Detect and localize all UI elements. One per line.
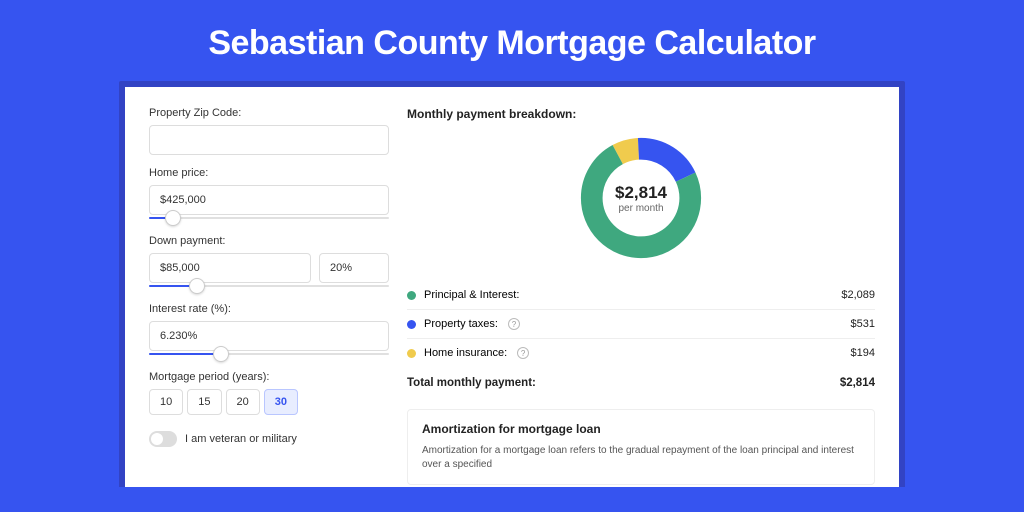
rate-label: Interest rate (%):	[149, 303, 389, 315]
slider-fill	[149, 353, 221, 355]
rate-slider[interactable]	[149, 349, 389, 359]
line-value: $194	[851, 347, 875, 359]
slider-thumb[interactable]	[213, 346, 229, 362]
down-slider[interactable]	[149, 281, 389, 291]
period-field-group: Mortgage period (years): 10152030	[149, 371, 389, 415]
donut-center: $2,814 per month	[576, 133, 706, 263]
info-icon[interactable]: ?	[517, 347, 529, 359]
total-row: Total monthly payment: $2,814	[407, 367, 875, 403]
down-label: Down payment:	[149, 235, 389, 247]
legend-dot-icon	[407, 291, 416, 300]
down-amount-input[interactable]	[149, 253, 311, 283]
veteran-toggle[interactable]	[149, 431, 177, 447]
line-item-taxes: Property taxes:? $531	[407, 310, 875, 339]
line-item-insurance: Home insurance:? $194	[407, 339, 875, 367]
down-field-group: Down payment:	[149, 235, 389, 291]
price-input[interactable]	[149, 185, 389, 215]
rate-field-group: Interest rate (%):	[149, 303, 389, 359]
veteran-row: I am veteran or military	[149, 431, 389, 447]
zip-field-group: Property Zip Code:	[149, 107, 389, 155]
info-icon[interactable]: ?	[508, 318, 520, 330]
total-label: Total monthly payment:	[407, 377, 536, 389]
amortization-title: Amortization for mortgage loan	[422, 422, 860, 436]
inputs-panel: Property Zip Code: Home price: Down paym…	[149, 107, 389, 487]
line-value: $2,089	[841, 289, 875, 301]
rate-input[interactable]	[149, 321, 389, 351]
period-button-10[interactable]: 10	[149, 389, 183, 415]
line-items: Principal & Interest: $2,089 Property taxe…	[407, 281, 875, 367]
period-button-30[interactable]: 30	[264, 389, 298, 415]
toggle-knob	[151, 433, 163, 445]
period-button-20[interactable]: 20	[226, 389, 260, 415]
period-label: Mortgage period (years):	[149, 371, 389, 383]
app-frame: Property Zip Code: Home price: Down paym…	[119, 81, 905, 487]
zip-label: Property Zip Code:	[149, 107, 389, 119]
line-label: Home insurance:	[424, 347, 507, 359]
donut-chart: $2,814 per month	[576, 133, 706, 263]
slider-thumb[interactable]	[189, 278, 205, 294]
period-button-15[interactable]: 15	[187, 389, 221, 415]
breakdown-title: Monthly payment breakdown:	[407, 107, 875, 121]
line-label: Property taxes:	[424, 318, 498, 330]
amortization-text: Amortization for a mortgage loan refers …	[422, 444, 860, 472]
price-field-group: Home price:	[149, 167, 389, 223]
breakdown-panel: Monthly payment breakdown: $2,814 per mo…	[407, 107, 875, 487]
donut-amount: $2,814	[615, 183, 667, 203]
legend-dot-icon	[407, 349, 416, 358]
donut-chart-wrap: $2,814 per month	[407, 133, 875, 263]
line-value: $531	[851, 318, 875, 330]
line-label: Principal & Interest:	[424, 289, 519, 301]
line-left: Principal & Interest:	[407, 289, 519, 301]
period-options: 10152030	[149, 389, 389, 415]
zip-input[interactable]	[149, 125, 389, 155]
price-label: Home price:	[149, 167, 389, 179]
line-item-principal: Principal & Interest: $2,089	[407, 281, 875, 310]
legend-dot-icon	[407, 320, 416, 329]
price-slider[interactable]	[149, 213, 389, 223]
donut-per-month: per month	[618, 203, 663, 214]
down-percent-input[interactable]	[319, 253, 389, 283]
amortization-card: Amortization for mortgage loan Amortizat…	[407, 409, 875, 485]
line-left: Property taxes:?	[407, 318, 520, 330]
total-value: $2,814	[840, 377, 875, 389]
veteran-label: I am veteran or military	[185, 433, 297, 445]
line-left: Home insurance:?	[407, 347, 529, 359]
slider-thumb[interactable]	[165, 210, 181, 226]
page-title: Sebastian County Mortgage Calculator	[0, 0, 1024, 81]
slider-track	[149, 217, 389, 219]
calculator-card: Property Zip Code: Home price: Down paym…	[125, 87, 899, 487]
